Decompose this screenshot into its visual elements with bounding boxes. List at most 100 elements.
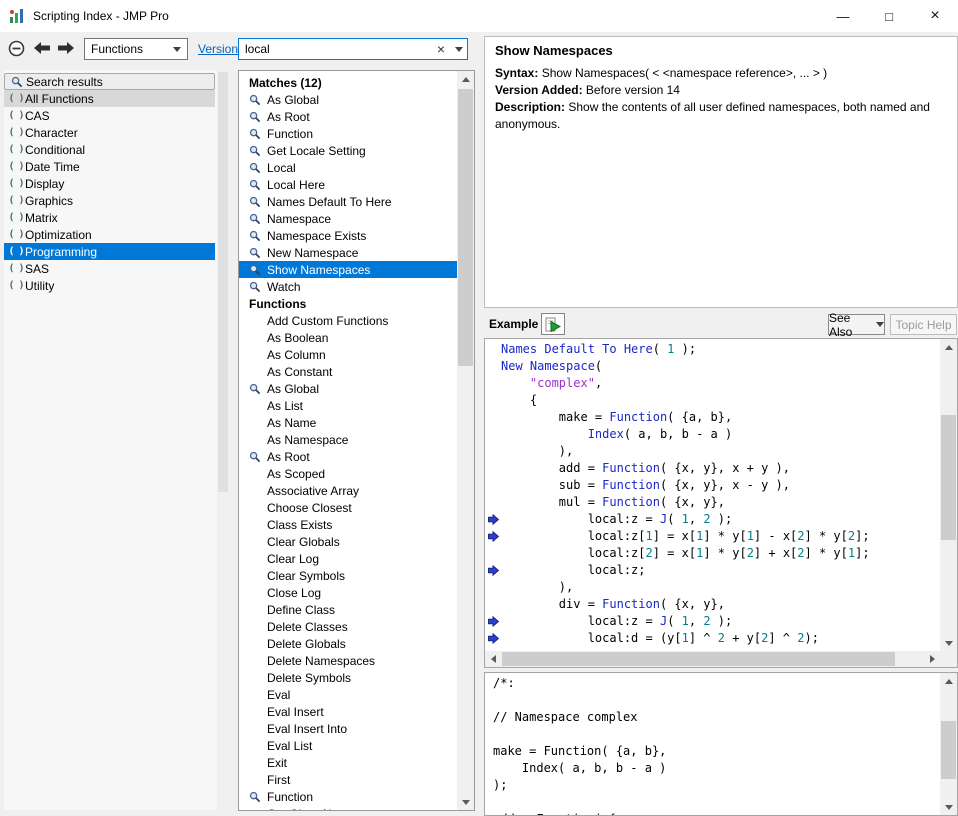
function-item-label: As Boolean: [267, 331, 328, 345]
function-item-clear-log[interactable]: Clear Log: [239, 550, 457, 567]
scroll-up-button[interactable]: [940, 339, 957, 355]
code-horizontal-scrollbar[interactable]: [485, 651, 940, 667]
match-item-as-root[interactable]: As Root: [239, 108, 457, 125]
scroll-left-button[interactable]: [485, 651, 501, 667]
forward-button[interactable]: [55, 37, 77, 59]
function-item-delete-globals[interactable]: Delete Globals: [239, 635, 457, 652]
category-sidebar: Search results( )All Functions( )CAS( )C…: [4, 70, 229, 810]
search-input[interactable]: [239, 40, 431, 58]
function-item-delete-classes[interactable]: Delete Classes: [239, 618, 457, 635]
function-item-eval[interactable]: Eval: [239, 686, 457, 703]
collapse-button[interactable]: [5, 37, 27, 59]
function-item-clear-globals[interactable]: Clear Globals: [239, 533, 457, 550]
match-item-get-locale-setting[interactable]: Get Locale Setting: [239, 142, 457, 159]
function-item-add-custom-functions[interactable]: Add Custom Functions: [239, 312, 457, 329]
scroll-up-button[interactable]: [457, 71, 474, 87]
search-dropdown-button[interactable]: [451, 47, 467, 52]
sidebar-item-matrix[interactable]: ( )Matrix: [4, 209, 215, 226]
function-item-close-log[interactable]: Close Log: [239, 584, 457, 601]
function-item-as-root[interactable]: As Root: [239, 448, 457, 465]
clear-search-icon[interactable]: ×: [431, 41, 451, 57]
search-icon: [249, 179, 267, 191]
function-item-as-list[interactable]: As List: [239, 397, 457, 414]
triangle-up-icon: [945, 679, 953, 684]
function-item-delete-namespaces[interactable]: Delete Namespaces: [239, 652, 457, 669]
function-item-class-exists[interactable]: Class Exists: [239, 516, 457, 533]
match-item-label: Names Default To Here: [267, 195, 392, 209]
function-item-as-namespace[interactable]: As Namespace: [239, 431, 457, 448]
function-item-label: Define Class: [267, 603, 335, 617]
sidebar-item-display[interactable]: ( )Display: [4, 175, 215, 192]
function-item-eval-insert[interactable]: Eval Insert: [239, 703, 457, 720]
back-button[interactable]: [31, 37, 53, 59]
example-log-output[interactable]: /*: // Namespace complex make = Function…: [484, 672, 958, 816]
match-item-show-namespaces[interactable]: Show Namespaces: [239, 261, 457, 278]
function-item-as-scoped[interactable]: As Scoped: [239, 465, 457, 482]
function-item-as-name[interactable]: As Name: [239, 414, 457, 431]
sidebar-item-optimization[interactable]: ( )Optimization: [4, 226, 215, 243]
code-vertical-scrollbar[interactable]: [940, 339, 957, 651]
scrollbar-thumb[interactable]: [941, 721, 956, 779]
match-item-watch[interactable]: Watch: [239, 278, 457, 295]
match-item-names-default-to-here[interactable]: Names Default To Here: [239, 193, 457, 210]
close-button[interactable]: ×: [912, 0, 958, 32]
function-item-associative-array[interactable]: Associative Array: [239, 482, 457, 499]
log-scrollbar[interactable]: [940, 673, 957, 815]
scroll-down-button[interactable]: [940, 635, 957, 651]
scrollbar-thumb[interactable]: [218, 72, 228, 492]
sidebar-item-graphics[interactable]: ( )Graphics: [4, 192, 215, 209]
sidebar-item-all-functions[interactable]: ( )All Functions: [4, 90, 215, 107]
scroll-down-button[interactable]: [940, 799, 957, 815]
topic-help-label: Topic Help: [895, 318, 951, 332]
function-item-exit[interactable]: Exit: [239, 754, 457, 771]
sidebar-item-conditional[interactable]: ( )Conditional: [4, 141, 215, 158]
function-item-clear-symbols[interactable]: Clear Symbols: [239, 567, 457, 584]
function-item-as-column[interactable]: As Column: [239, 346, 457, 363]
function-item-label: Exit: [267, 756, 287, 770]
scroll-up-button[interactable]: [940, 673, 957, 689]
minimize-button[interactable]: —: [820, 0, 866, 32]
match-item-new-namespace[interactable]: New Namespace: [239, 244, 457, 261]
function-item-as-constant[interactable]: As Constant: [239, 363, 457, 380]
sidebar-scrollbar[interactable]: [217, 70, 229, 810]
function-item-function[interactable]: Function: [239, 788, 457, 805]
scrollbar-thumb[interactable]: [458, 89, 473, 366]
code-lines: Names Default To Here( 1 );New Namespace…: [485, 341, 940, 651]
sidebar-item-programming[interactable]: ( )Programming: [4, 243, 215, 260]
scrollbar-thumb[interactable]: [941, 415, 956, 540]
sidebar-item-cas[interactable]: ( )CAS: [4, 107, 215, 124]
results-scrollbar[interactable]: [457, 71, 474, 810]
see-also-dropdown[interactable]: See Also: [828, 314, 885, 335]
sidebar-item-label: Matrix: [25, 211, 58, 225]
sidebar-item-sas[interactable]: ( )SAS: [4, 260, 215, 277]
function-item-choose-closest[interactable]: Choose Closest: [239, 499, 457, 516]
match-item-local-here[interactable]: Local Here: [239, 176, 457, 193]
sidebar-item-date-time[interactable]: ( )Date Time: [4, 158, 215, 175]
maximize-button[interactable]: □: [866, 0, 912, 32]
match-item-namespace[interactable]: Namespace: [239, 210, 457, 227]
sidebar-item-utility[interactable]: ( )Utility: [4, 277, 215, 294]
function-item-eval-insert-into[interactable]: Eval Insert Into: [239, 720, 457, 737]
match-item-local[interactable]: Local: [239, 159, 457, 176]
function-item-delete-symbols[interactable]: Delete Symbols: [239, 669, 457, 686]
function-item-define-class[interactable]: Define Class: [239, 601, 457, 618]
scroll-right-button[interactable]: [924, 651, 940, 667]
function-item-eval-list[interactable]: Eval List: [239, 737, 457, 754]
scroll-down-button[interactable]: [457, 794, 474, 810]
version-link[interactable]: Version: [198, 42, 238, 56]
example-code-editor[interactable]: Names Default To Here( 1 );New Namespace…: [484, 338, 958, 668]
match-item-as-global[interactable]: As Global: [239, 91, 457, 108]
function-item-get-class-names[interactable]: Get Class Names: [239, 805, 457, 811]
run-example-button[interactable]: [541, 313, 565, 335]
function-item-label: As List: [267, 399, 303, 413]
category-dropdown[interactable]: Functions: [84, 38, 188, 60]
sidebar-item-search-results[interactable]: Search results: [4, 73, 215, 90]
match-item-namespace-exists[interactable]: Namespace Exists: [239, 227, 457, 244]
function-item-as-boolean[interactable]: As Boolean: [239, 329, 457, 346]
function-item-as-global[interactable]: As Global: [239, 380, 457, 397]
scrollbar-thumb[interactable]: [502, 652, 895, 666]
sidebar-item-character[interactable]: ( )Character: [4, 124, 215, 141]
function-item-first[interactable]: First: [239, 771, 457, 788]
match-item-function[interactable]: Function: [239, 125, 457, 142]
topic-help-button[interactable]: Topic Help: [890, 314, 957, 335]
